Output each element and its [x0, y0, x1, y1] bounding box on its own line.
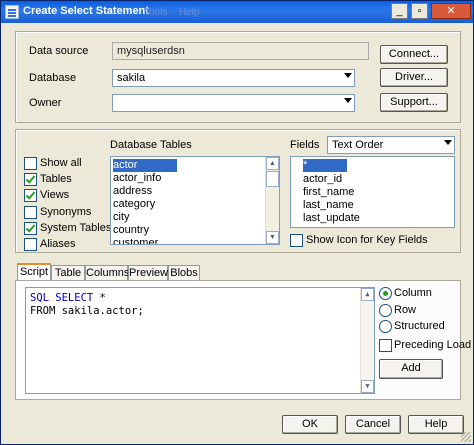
table-item-category[interactable]: category: [113, 198, 155, 211]
ghost-menu-tools: Tools: [144, 7, 168, 18]
synonyms-checkbox[interactable]: [24, 206, 37, 219]
chevron-down-icon: [344, 73, 352, 78]
tab-script[interactable]: Script: [17, 263, 51, 281]
title-bar[interactable]: Create Select Statement Tools Help _ ▫ ✕: [1, 1, 473, 23]
scroll-thumb[interactable]: [266, 171, 279, 187]
scroll-up-icon[interactable]: ▲: [361, 288, 374, 301]
preceding-load-checkbox[interactable]: [379, 339, 392, 352]
row-radio[interactable]: [379, 304, 392, 317]
data-source-field: mysqluserdsn: [112, 42, 369, 60]
views-label: Views: [40, 189, 70, 201]
tables-fields-panel: Show all Tables Views Synonyms System Ta…: [15, 129, 461, 253]
driver-button[interactable]: Driver...: [380, 68, 448, 87]
table-item-country[interactable]: country: [113, 224, 149, 237]
sql-script-editor[interactable]: SQL SELECT * FROM sakila.actor; ▲ ▼: [25, 287, 375, 394]
chevron-down-icon: [344, 98, 352, 103]
data-source-label: Data source: [29, 45, 89, 57]
fields-list[interactable]: * actor_id first_name last_name last_upd…: [290, 156, 455, 228]
owner-select[interactable]: [112, 94, 355, 112]
structured-label: Structured: [394, 320, 445, 332]
create-select-statement-dialog: Create Select Statement Tools Help _ ▫ ✕…: [0, 0, 474, 445]
connection-panel: Data source mysqluserdsn Database sakila…: [15, 31, 461, 123]
window-title: Create Select Statement: [23, 5, 149, 17]
table-item-actor-info[interactable]: actor_info: [113, 172, 161, 185]
help-button[interactable]: Help: [408, 415, 464, 434]
support-button[interactable]: Support...: [380, 93, 448, 112]
chevron-down-icon: [444, 140, 452, 145]
cancel-button[interactable]: Cancel: [345, 415, 401, 434]
column-label: Column: [394, 287, 432, 299]
show-icon-key-fields-label: Show Icon for Key Fields: [306, 234, 428, 246]
owner-label: Owner: [29, 97, 62, 109]
row-label: Row: [394, 304, 417, 316]
scroll-down-icon[interactable]: ▼: [361, 380, 374, 393]
table-item-actor[interactable]: actor: [113, 159, 178, 172]
scroll-down-icon[interactable]: ▼: [266, 231, 279, 244]
connect-button[interactable]: Connect...: [380, 45, 448, 64]
tab-preview[interactable]: Preview: [128, 265, 168, 281]
aliases-label: Aliases: [40, 238, 76, 250]
fields-label: Fields: [290, 139, 320, 151]
tab-blobs[interactable]: Blobs: [168, 265, 200, 281]
sql-scrollbar[interactable]: ▲ ▼: [360, 288, 374, 393]
app-icon: [5, 5, 19, 19]
field-item-last-name[interactable]: last_name: [303, 199, 354, 212]
close-button[interactable]: ✕: [431, 3, 471, 19]
resize-grip[interactable]: [461, 432, 471, 442]
database-tables-list[interactable]: actor actor_info address category city c…: [110, 156, 280, 245]
database-select[interactable]: sakila: [112, 69, 355, 87]
scroll-up-icon[interactable]: ▲: [266, 157, 279, 170]
script-tab-page: SQL SELECT * FROM sakila.actor; ▲ ▼ Colu…: [15, 280, 471, 400]
ok-button[interactable]: OK: [282, 415, 338, 434]
tab-table[interactable]: Table: [51, 265, 85, 281]
field-item-last-update[interactable]: last_update: [303, 212, 360, 225]
system-tables-checkbox[interactable]: [24, 222, 37, 235]
database-label: Database: [29, 72, 77, 84]
ghost-menu-help: Help: [179, 7, 200, 18]
tables-checkbox[interactable]: [24, 173, 37, 186]
sql-line-2: FROM sakila.actor;: [30, 305, 144, 317]
field-item-all[interactable]: *: [303, 159, 348, 172]
aliases-checkbox[interactable]: [24, 238, 37, 251]
database-value: sakila: [117, 72, 146, 84]
system-tables-label: System Tables: [40, 222, 112, 234]
structured-radio[interactable]: [379, 320, 392, 333]
tables-scrollbar[interactable]: ▲ ▼: [265, 157, 279, 244]
field-item-first-name[interactable]: first_name: [303, 186, 354, 199]
views-checkbox[interactable]: [24, 189, 37, 202]
tables-label: Tables: [40, 173, 72, 185]
field-item-actor-id[interactable]: actor_id: [303, 173, 342, 186]
add-button[interactable]: Add: [379, 359, 443, 379]
database-tables-heading: Database Tables: [110, 139, 192, 151]
column-radio[interactable]: [379, 287, 392, 300]
table-item-address[interactable]: address: [113, 185, 152, 198]
tab-columns[interactable]: Columns: [85, 265, 129, 281]
show-icon-key-fields-checkbox[interactable]: [290, 234, 303, 247]
minimize-button[interactable]: _: [391, 3, 408, 19]
show-all-checkbox[interactable]: [24, 157, 37, 170]
sql-line-1-rest: *: [93, 292, 106, 304]
sql-keyword: SQL SELECT: [30, 292, 94, 304]
show-all-label: Show all: [40, 157, 82, 169]
table-item-city[interactable]: city: [113, 211, 130, 224]
field-order-select[interactable]: Text Order: [327, 136, 455, 154]
preceding-load-label: Preceding Load: [394, 339, 472, 351]
table-item-customer[interactable]: customer: [113, 237, 158, 244]
field-order-value: Text Order: [332, 139, 384, 151]
synonyms-label: Synonyms: [40, 206, 92, 218]
sql-line-1: SQL SELECT *: [30, 292, 106, 304]
maximize-button[interactable]: ▫: [411, 3, 428, 19]
